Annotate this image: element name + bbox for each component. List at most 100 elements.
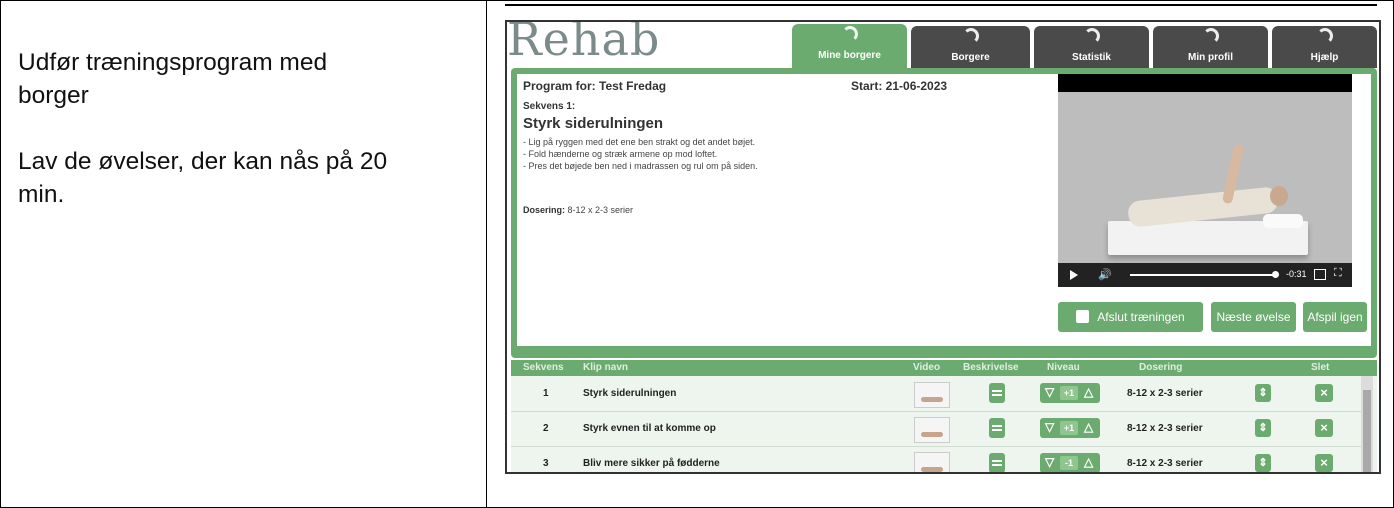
video-letterbox [1058,74,1352,92]
video-thumbnail[interactable] [914,452,950,472]
video-progress-handle[interactable] [1272,271,1279,278]
tab-mine-borgere[interactable]: Mine borgere [792,24,907,70]
clip-name: Bliv mere sikker på fødderne [583,458,720,469]
tab-min-profil[interactable]: Min profil [1153,26,1268,68]
exercise-description: - Lig på ryggen med det ene ben strakt o… [523,136,758,172]
document-icon[interactable] [989,418,1005,438]
column-header: Slet [1311,362,1330,373]
video-thumbnail[interactable] [914,382,950,408]
previous-shot-bottom-edge [505,4,1377,6]
level-control: ▽ +1 △ [1040,418,1100,438]
tab-borgere[interactable]: Borgere [911,26,1030,68]
move-icon[interactable]: ⇕ [1255,454,1271,472]
delete-icon[interactable]: × [1315,384,1333,402]
level-value: +1 [1060,386,1078,400]
exercise-table: Sekvens Klip navn Video Beskrivelse Nive… [511,360,1377,472]
scrollbar-thumb[interactable] [1363,390,1371,472]
tab-statistik[interactable]: Statistik [1034,26,1149,68]
move-icon[interactable]: ⇕ [1255,419,1271,437]
app-screenshot: Rehab Mine borgere Borgere Statistik Min… [505,20,1381,474]
instruction-text: Udfør træningsprogram med borger Lav de … [18,46,458,211]
move-icon[interactable]: ⇕ [1255,384,1271,402]
column-header: Klip navn [583,362,629,373]
row-dosage: 8-12 x 2-3 serier [1127,458,1203,469]
button-label: Næste øvelse [1216,310,1291,324]
column-header: Video [913,362,941,373]
dosage: Dosering: 8-12 x 2-3 serier [523,205,633,215]
level-control: ▽ -1 △ [1040,453,1100,472]
program-details: Program for: Test Fredag Start: 21-06-20… [517,74,1371,346]
level-value: -1 [1060,456,1078,470]
finish-training-button[interactable]: Afslut træningen [1058,302,1203,332]
arrow-up-icon[interactable]: △ [1084,385,1093,399]
video-progress-bar[interactable] [1130,274,1275,276]
row-dosage: 8-12 x 2-3 serier [1127,388,1203,399]
document-icon[interactable] [989,453,1005,472]
pip-icon[interactable] [1314,269,1326,280]
description-line: - Fold hænderne og stræk armene op mod l… [523,149,718,159]
description-line: - Lig på ryggen med det ene ben strakt o… [523,137,756,147]
sequence-label: Sekvens 1: [523,101,576,112]
exercise-video[interactable]: 🔊 -0:31 ⛶ [1058,74,1352,287]
profile-icon [1202,28,1219,44]
sequence-number: 3 [543,458,549,469]
video-person-head [1270,186,1288,206]
user-icon [841,26,858,42]
arrow-up-icon[interactable]: △ [1084,455,1093,469]
volume-icon[interactable]: 🔊 [1098,268,1112,281]
sequence-number: 2 [543,423,549,434]
instruction-line: Udfør træningsprogram med [18,49,328,76]
arrow-down-icon[interactable]: ▽ [1045,455,1054,469]
help-icon [1316,28,1333,44]
app-logo: Rehab [507,20,661,66]
tab-hjaelp[interactable]: Hjælp [1272,26,1377,68]
button-label: Afslut træningen [1097,310,1185,324]
level-control: ▽ +1 △ [1040,383,1100,403]
button-label: Afspil igen [1307,310,1363,324]
arrow-up-icon[interactable]: △ [1084,420,1093,434]
arrow-down-icon[interactable]: ▽ [1045,385,1054,399]
table-row[interactable]: 1 Styrk siderulningen ▽ +1 △ 8-12 x 2-3 … [511,377,1363,412]
tab-label: Hjælp [1310,52,1339,63]
table-border-left [0,0,1,508]
column-header: Sekvens [523,362,564,373]
program-panel: Program for: Test Fredag Start: 21-06-20… [511,68,1377,358]
arrow-down-icon[interactable]: ▽ [1045,420,1054,434]
level-value: +1 [1060,421,1078,435]
exercise-title: Styrk siderulningen [523,115,664,132]
table-scrollbar[interactable] [1361,376,1373,472]
delete-icon[interactable]: × [1315,454,1333,472]
column-header: Beskrivelse [963,362,1019,373]
description-line: - Pres det bøjede ben ned i madrassen og… [523,161,758,171]
play-icon[interactable] [1070,270,1078,280]
tab-label: Mine borgere [818,50,881,61]
tab-label: Min profil [1188,52,1233,63]
table-column-divider [486,0,487,508]
video-time: -0:31 [1286,269,1307,279]
video-controls: 🔊 -0:31 ⛶ [1058,263,1352,287]
table-border-top [0,0,1394,1]
table-row[interactable]: 3 Bliv mere sikker på fødderne ▽ -1 △ 8-… [511,447,1363,472]
replay-button[interactable]: Afspil igen [1303,302,1367,332]
table-row[interactable]: 2 Styrk evnen til at komme op ▽ +1 △ 8-1… [511,412,1363,447]
column-header: Niveau [1047,362,1080,373]
chart-icon [1083,28,1100,44]
fullscreen-icon[interactable]: ⛶ [1334,267,1342,280]
users-icon [962,28,979,44]
row-dosage: 8-12 x 2-3 serier [1127,423,1203,434]
instruction-line: Lav de øvelser, der kan nås på 20 [18,148,388,175]
checkbox-icon [1076,310,1090,323]
video-thumbnail[interactable] [914,417,950,443]
instruction-line: borger [18,82,89,109]
sequence-number: 1 [543,388,549,399]
tab-label: Borgere [951,52,990,63]
document-icon[interactable] [989,383,1005,403]
clip-name: Styrk siderulningen [583,388,677,399]
dosage-label: Dosering: [523,205,566,215]
column-header: Dosering [1139,362,1183,373]
tab-label: Statistik [1072,52,1111,63]
clip-name: Styrk evnen til at komme op [583,423,716,434]
start-date: Start: 21-06-2023 [851,79,948,93]
next-exercise-button[interactable]: Næste øvelse [1211,302,1296,332]
delete-icon[interactable]: × [1315,419,1333,437]
